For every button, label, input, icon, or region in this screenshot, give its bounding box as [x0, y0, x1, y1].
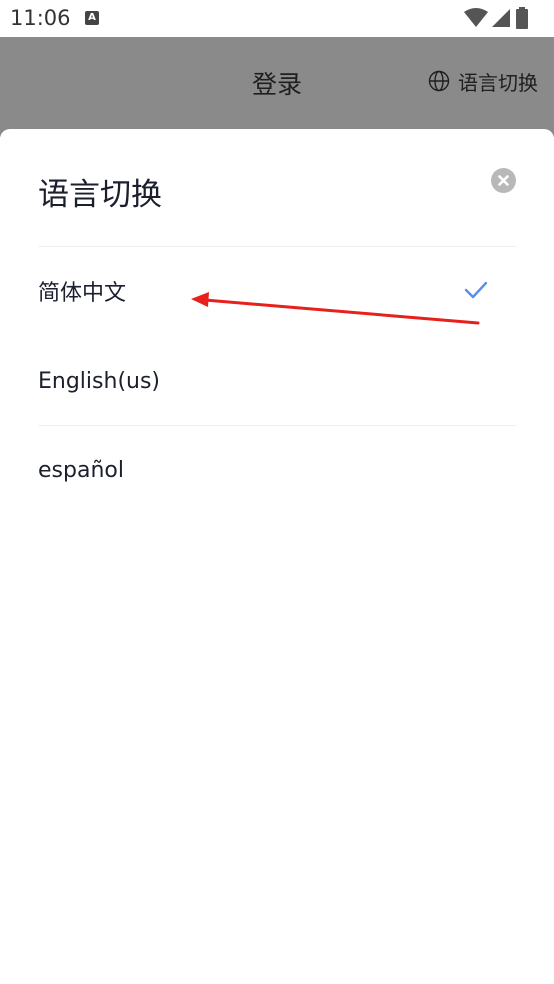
language-switch-button[interactable]: 语言切换 — [428, 68, 538, 95]
globe-icon — [428, 70, 450, 92]
language-sheet: 语言切换 简体中文 English(us) español — [0, 129, 554, 984]
language-label: 简体中文 — [38, 281, 127, 306]
notification-a-icon: A — [85, 11, 99, 25]
language-label: español — [38, 457, 124, 483]
language-label: English(us) — [38, 368, 161, 394]
close-button[interactable] — [491, 168, 516, 193]
signal-icon — [492, 9, 510, 27]
sheet-title: 语言切换 — [38, 177, 162, 213]
app-header: 登录 语言切换 — [0, 37, 554, 137]
system-icons — [464, 7, 544, 29]
close-icon — [498, 175, 509, 186]
checkmark-icon — [464, 281, 488, 299]
language-switch-label: 语言切换 — [458, 70, 538, 95]
battery-icon — [516, 7, 528, 29]
language-option-es[interactable]: español — [38, 440, 516, 500]
wifi-icon — [464, 8, 488, 27]
divider — [38, 246, 516, 247]
language-option-en[interactable]: English(us) — [38, 351, 516, 411]
divider — [38, 425, 516, 426]
status-bar: 11:06 A — [0, 0, 554, 37]
language-option-zh[interactable]: 简体中文 — [38, 261, 516, 321]
status-time: 11:06 — [10, 6, 71, 30]
